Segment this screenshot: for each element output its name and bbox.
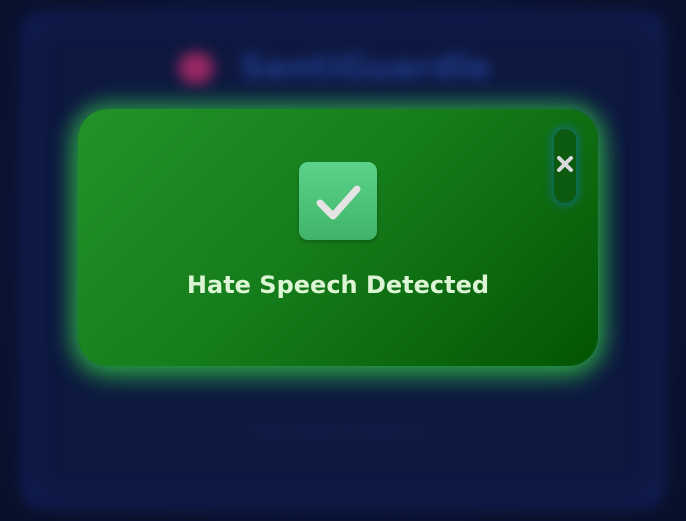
checkmark-icon bbox=[299, 162, 377, 240]
app-logo-icon bbox=[176, 50, 216, 86]
app-caption: Hate Speech Detector bbox=[251, 421, 429, 440]
app-title: SentiGuardle bbox=[240, 48, 491, 88]
modal-title: Hate Speech Detected bbox=[186, 271, 490, 299]
result-modal: Hate Speech Detected bbox=[78, 109, 598, 366]
screen: SentiGuardle Hate Speech Detector Hate S… bbox=[0, 0, 686, 521]
close-icon[interactable] bbox=[554, 153, 576, 175]
